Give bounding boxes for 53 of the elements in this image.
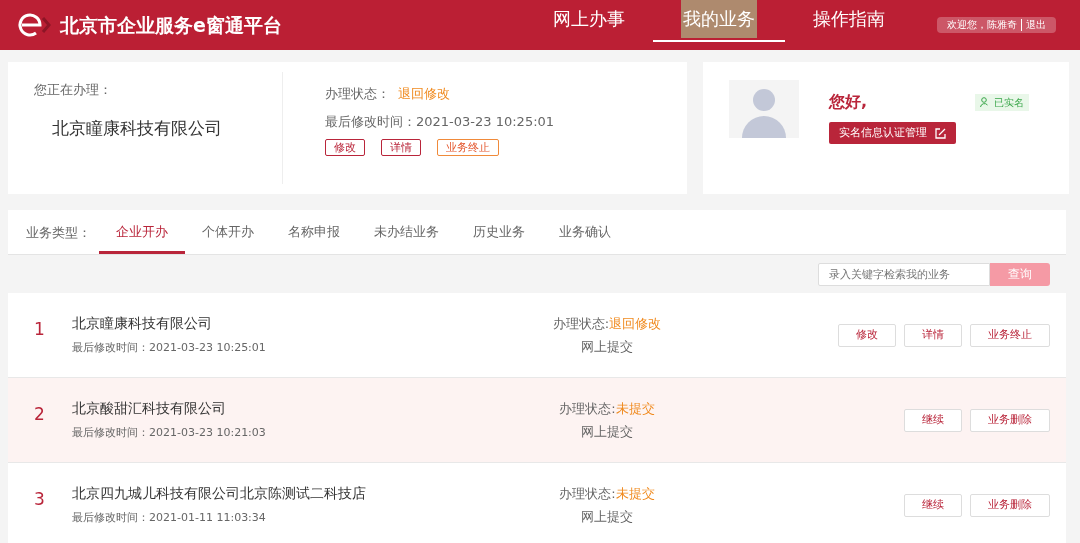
business-tab[interactable]: 业务确认 [542, 209, 628, 254]
status-label: 办理状态： [325, 85, 390, 103]
person-icon [980, 97, 990, 107]
business-row[interactable]: 2 北京酸甜汇科技有限公司 最后修改时间：2021-03-23 10:21:03 办理状态:未提交 网上提交 继续 业务删除 [8, 378, 1066, 463]
status-label: 办理状态: [559, 484, 616, 503]
row-number: 1 [33, 318, 46, 341]
modified-time: 最后修改时间：2021-03-23 10:25:01 [72, 340, 267, 357]
business-tab[interactable]: 名称申报 [271, 209, 357, 254]
business-tab[interactable]: 个体开办 [185, 209, 271, 254]
action-button[interactable]: 业务终止 [437, 139, 499, 156]
submission-channel: 网上提交 [581, 508, 633, 526]
verification-manage-button[interactable]: 实名信息认证管理 [829, 122, 956, 144]
nav-link[interactable]: 网上办事 [525, 0, 653, 42]
business-tab[interactable]: 历史业务 [456, 209, 542, 254]
greeting: 您好, [829, 91, 868, 113]
logout-link[interactable]: 退出 [1026, 19, 1046, 31]
action-button[interactable]: 修改 [325, 139, 365, 156]
status-label: 办理状态: [552, 314, 610, 333]
status-value: 未提交 [615, 484, 655, 503]
business-tab[interactable]: 未办结业务 [357, 209, 456, 254]
company-name: 北京瞳康科技有限公司 [52, 116, 223, 140]
status-value: 未提交 [615, 399, 655, 418]
action-button[interactable]: 业务终止 [970, 323, 1050, 347]
action-button[interactable]: 详情 [381, 139, 421, 156]
submission-channel: 网上提交 [581, 338, 633, 356]
company-name: 北京四九城儿科技有限公司北京陈测试二科技店 [72, 484, 367, 504]
business-type-label: 业务类型： [25, 223, 92, 242]
verified-badge: 已实名 [975, 93, 1029, 111]
row-number: 3 [33, 488, 46, 511]
welcome-text: 欢迎您，陈雅奇 [947, 19, 1017, 31]
company-name: 北京瞳康科技有限公司 [72, 314, 213, 334]
edit-icon [935, 127, 946, 139]
status-label: 办理状态: [559, 399, 616, 418]
action-button[interactable]: 继续 [904, 408, 962, 432]
action-button[interactable]: 业务删除 [970, 493, 1050, 517]
time-label: 最后修改时间： [325, 112, 416, 131]
action-button[interactable]: 修改 [838, 323, 896, 347]
modified-time: 最后修改时间：2021-03-23 10:21:03 [72, 425, 267, 442]
action-button[interactable]: 业务删除 [970, 408, 1050, 432]
nav-link[interactable]: 操作指南 [785, 0, 913, 42]
row-number: 2 [33, 403, 46, 426]
site-title: 北京市企业服务e窗通平台 [60, 12, 282, 38]
status-value: 退回修改 [398, 85, 450, 103]
status-value: 退回修改 [609, 314, 662, 333]
submission-channel: 网上提交 [581, 423, 633, 441]
company-name: 北京酸甜汇科技有限公司 [72, 399, 227, 419]
action-button[interactable]: 继续 [904, 493, 962, 517]
action-button[interactable]: 详情 [904, 323, 962, 347]
search-field[interactable]: 录入关键字检索我的业务 [818, 262, 990, 286]
avatar-icon [729, 80, 799, 138]
modified-time: 最后修改时间：2021-01-11 11:03:34 [72, 510, 267, 527]
current-label: 您正在办理： [34, 81, 113, 99]
time-value: 2021-03-23 10:25:01 [416, 112, 555, 131]
